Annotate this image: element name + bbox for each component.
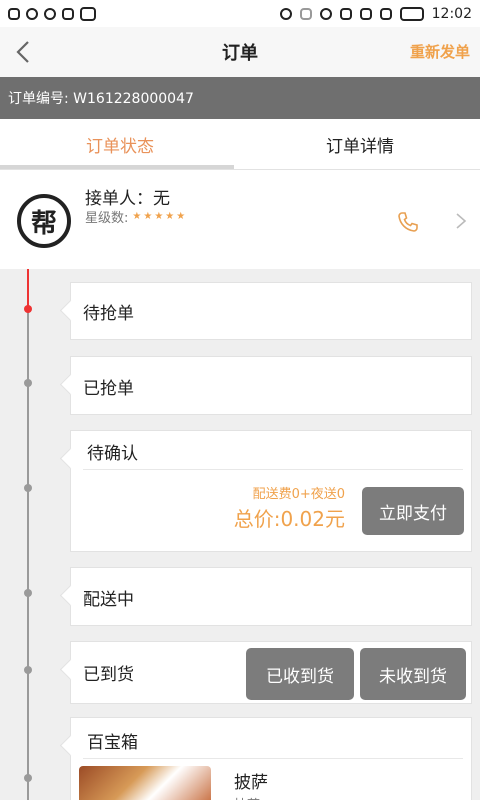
food-subtitle: 披萨	[234, 794, 260, 800]
courier-name: 接单人：无	[85, 189, 170, 209]
notification-icons	[8, 6, 96, 21]
bluetooth-icon	[299, 7, 312, 20]
news-notification-icon	[80, 6, 96, 21]
delivery-fee: 配送费0+夜送0	[252, 487, 345, 502]
status-label: 百宝箱	[87, 733, 138, 753]
status-label: 待确认	[87, 444, 138, 464]
status-label: 配送中	[83, 590, 134, 610]
wifi-icon	[359, 7, 372, 20]
battery-icon	[399, 6, 424, 21]
status-waiting-grab: 待抢单	[70, 282, 472, 340]
timeline-dot	[24, 666, 32, 674]
food-image	[79, 766, 211, 800]
total-price: 总价:0.02元	[233, 507, 345, 531]
courier-rating: 星级数: ★★★★★	[85, 207, 187, 226]
timeline-dot-current	[24, 305, 32, 313]
pay-now-button[interactable]: 立即支付	[362, 487, 464, 535]
tab-order-status[interactable]: 订单状态	[0, 119, 240, 169]
resubmit-order-button[interactable]: 重新发单	[410, 41, 470, 62]
status-label: 已到货	[83, 665, 134, 685]
clock: 12:02	[431, 5, 472, 22]
order-number: 订单编号: W161228000047	[8, 91, 194, 107]
sim-icon	[379, 7, 392, 20]
status-grabbed: 已抢单	[70, 356, 472, 415]
rating-label: 星级数:	[85, 211, 129, 226]
divider	[83, 469, 463, 470]
status-label: 已抢单	[83, 379, 134, 399]
phone-icon[interactable]	[396, 210, 420, 234]
system-icons: 12:02	[279, 5, 472, 22]
back-arrow-icon[interactable]	[12, 39, 36, 65]
food-name: 披萨	[234, 773, 268, 793]
navigation-bar: 订单 重新发单	[0, 27, 480, 77]
location-icon	[279, 7, 292, 20]
star-rating: ★★★★★	[132, 211, 188, 222]
timeline-track	[27, 269, 29, 800]
order-number-bar: 订单编号: W161228000047	[0, 77, 480, 119]
tab-order-details[interactable]: 订单详情	[240, 119, 480, 169]
treasure-box-card: 百宝箱 披萨 披萨	[70, 717, 472, 800]
received-goods-button[interactable]: 已收到货	[246, 648, 354, 700]
chevron-right-icon[interactable]	[455, 212, 467, 230]
status-arrived: 已到货 已收到货 未收到货	[70, 641, 472, 704]
timeline-progress	[27, 269, 29, 307]
not-received-goods-button[interactable]: 未收到货	[360, 648, 466, 700]
order-timeline: 待抢单 已抢单 待确认 配送费0+夜送0 总价:0.02元 立即支付 配送中 已…	[0, 269, 480, 800]
timeline-dot	[24, 774, 32, 782]
status-bar: 12:02	[0, 0, 480, 27]
message-notification-icon	[44, 7, 56, 20]
mute-icon	[339, 7, 352, 20]
app-notification-icon	[8, 7, 20, 20]
timeline-dot	[24, 589, 32, 597]
status-to-confirm: 待确认 配送费0+夜送0 总价:0.02元 立即支付	[70, 430, 472, 552]
tab-bar: 订单状态 订单详情	[0, 119, 480, 169]
divider	[83, 758, 463, 759]
chat-notification-icon	[26, 7, 38, 20]
courier-avatar: 帮	[17, 194, 71, 248]
timeline-dot	[24, 484, 32, 492]
moon-icon	[319, 7, 332, 20]
mail-notification-icon	[62, 7, 74, 20]
page-title: 订单	[222, 43, 258, 64]
status-label: 待抢单	[83, 304, 134, 324]
courier-card[interactable]: 帮 接单人：无 星级数: ★★★★★	[0, 169, 480, 269]
status-delivering: 配送中	[70, 567, 472, 626]
timeline-dot	[24, 379, 32, 387]
